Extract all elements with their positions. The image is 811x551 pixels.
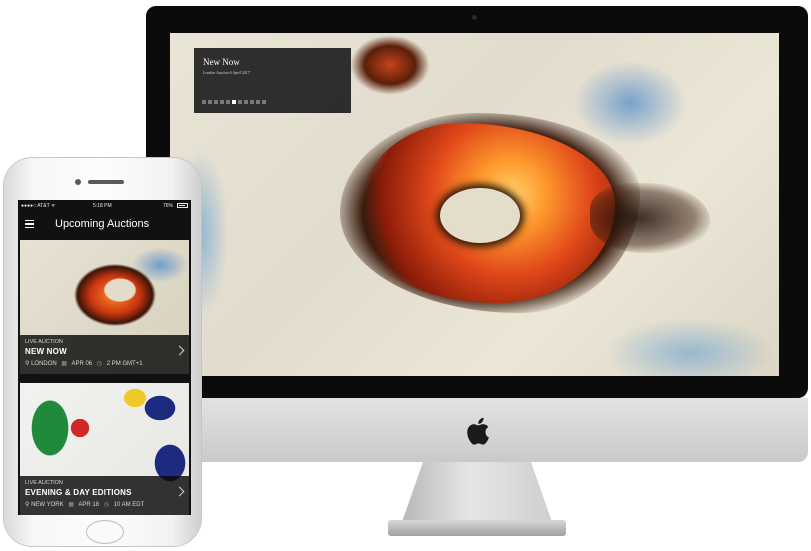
auction-meta: ⚲ LONDON ▦ APR 06 ◷ 2 PM GMT+1 [25,360,143,367]
hero-title: New Now [203,57,240,67]
mobile-screen: ●●●●○ AT&T ᯤ 5:18 PM 76% Upcoming Auctio… [18,200,191,515]
auction-location: NEW YORK [31,502,64,508]
auction-card[interactable]: LIVE AUCTION EVENING & DAY EDITIONS ⚲ NE… [20,383,189,515]
slide-dot[interactable] [220,100,224,104]
status-bar: ●●●●○ AT&T ᯤ 5:18 PM 76% [18,200,191,212]
slide-dot[interactable] [238,100,242,104]
imac-stand [402,462,552,522]
home-button[interactable] [86,520,124,544]
chevron-right-icon[interactable] [174,486,185,497]
slide-dot[interactable] [262,100,266,104]
auction-card-info: LIVE AUCTION NEW NOW ⚲ LONDON ▦ APR 06 ◷… [20,335,189,374]
apple-logo-icon [467,417,489,445]
auction-meta: ⚲ NEW YORK ▦ APR 18 ◷ 10 AM EDT [25,501,144,508]
artwork-burn-mark [350,35,430,95]
hamburger-menu-icon[interactable] [25,220,34,229]
slide-dot[interactable] [256,100,260,104]
hero-caption-panel[interactable]: New Now London Auction 6 April 2017 [194,48,351,113]
auction-type-label: LIVE AUCTION [25,339,63,345]
slide-dot[interactable] [202,100,206,104]
auction-card-info: LIVE AUCTION EVENING & DAY EDITIONS ⚲ NE… [20,476,189,515]
app-header: Upcoming Auctions [18,212,191,236]
chevron-right-icon[interactable] [174,345,185,356]
battery-icon [177,203,188,208]
page-title: Upcoming Auctions [55,218,150,230]
slide-dot[interactable] [244,100,248,104]
clock-icon: ◷ [96,361,103,367]
status-carrier: ●●●●○ AT&T ᯤ [21,203,56,209]
slide-dot[interactable] [226,100,230,104]
slide-dot[interactable] [250,100,254,104]
auction-title: EVENING & DAY EDITIONS [25,488,132,497]
artwork-burn-hole [440,188,520,243]
auction-date: APR 06 [71,361,93,367]
auction-time: 10 AM EDT [113,502,145,508]
earpiece-speaker [88,180,124,184]
clock-icon: ◷ [103,502,109,508]
artwork-burn-mark [590,183,710,253]
auction-time: 2 PM GMT+1 [106,361,143,367]
auction-date: APR 18 [78,502,100,508]
auction-card[interactable]: LIVE AUCTION NEW NOW ⚲ LONDON ▦ APR 06 ◷… [20,240,189,374]
status-time: 5:18 PM [93,203,112,209]
location-pin-icon: ⚲ [25,361,30,367]
front-camera-icon [75,179,81,185]
camera-icon [472,15,477,20]
auction-title: NEW NOW [25,347,67,356]
auction-type-label: LIVE AUCTION [25,480,63,486]
slide-dot[interactable] [214,100,218,104]
status-battery-percent: 76% [162,203,173,209]
calendar-icon: ▦ [68,502,74,508]
slide-dot[interactable] [232,100,236,104]
auction-location: LONDON [31,361,57,367]
imac-stand-base [388,520,566,536]
location-pin-icon: ⚲ [25,502,30,508]
calendar-icon: ▦ [61,361,68,367]
hero-subtitle: London Auction 6 April 2017 [203,70,250,75]
slide-dot[interactable] [208,100,212,104]
slide-indicator[interactable] [202,100,266,104]
